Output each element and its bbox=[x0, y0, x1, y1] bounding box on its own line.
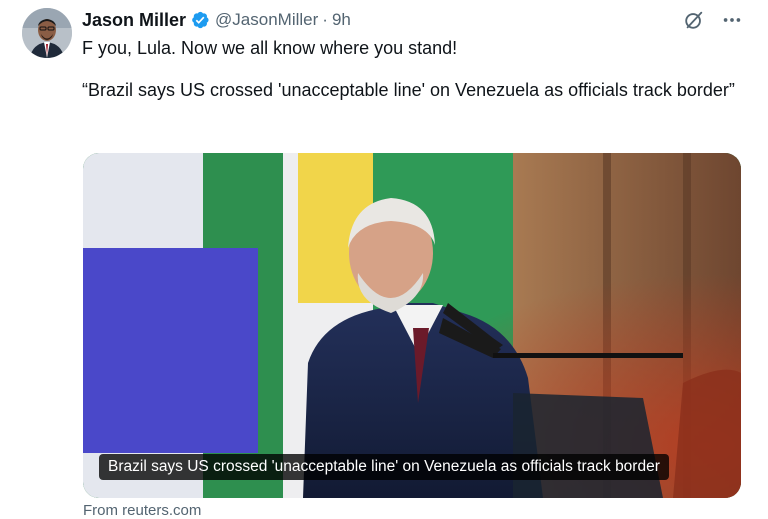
avatar[interactable] bbox=[22, 8, 72, 58]
tweet-text-quote: “Brazil says US crossed 'unacceptable li… bbox=[82, 80, 735, 100]
tweet[interactable]: Jason Miller @JasonMiller · 9h F you, Lu… bbox=[0, 0, 768, 519]
user-handle[interactable]: @JasonMiller bbox=[215, 10, 318, 30]
display-name[interactable]: Jason Miller bbox=[82, 10, 186, 31]
verified-badge-icon[interactable] bbox=[190, 10, 210, 30]
media-caption: Brazil says US crossed 'unacceptable lin… bbox=[99, 454, 669, 480]
tweet-text: F you, Lula. Now we all know where you s… bbox=[82, 36, 742, 103]
tweet-header: Jason Miller @JasonMiller · 9h bbox=[82, 8, 351, 32]
tweet-text-line-1: F you, Lula. Now we all know where you s… bbox=[82, 38, 458, 58]
link-source[interactable]: From reuters.com bbox=[83, 502, 201, 519]
tweet-actions-top bbox=[682, 8, 744, 32]
article-photo bbox=[83, 153, 741, 498]
avatar-image bbox=[22, 8, 72, 58]
more-icon[interactable] bbox=[720, 8, 744, 32]
media-card[interactable]: Brazil says US crossed 'unacceptable lin… bbox=[83, 153, 741, 498]
separator-dot: · bbox=[322, 10, 328, 29]
timestamp[interactable]: 9h bbox=[332, 10, 351, 30]
grok-icon[interactable] bbox=[682, 8, 706, 32]
